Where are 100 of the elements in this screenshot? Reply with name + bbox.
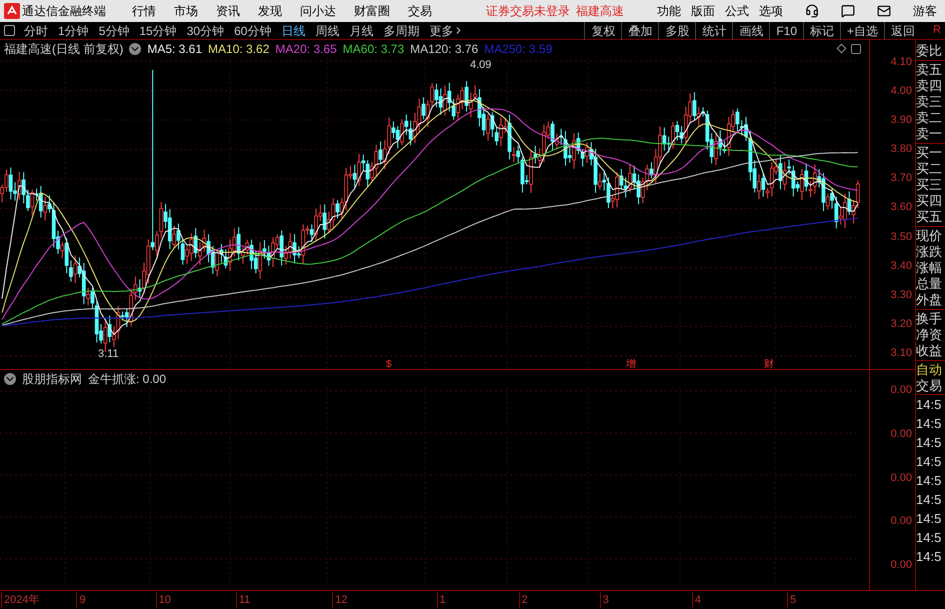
trade-time: 14:5 — [916, 473, 942, 489]
ma-legend: MA20: 3.65 — [275, 40, 337, 58]
ma-legend: MA250: 3.59 — [484, 40, 552, 58]
ma-legend: MA5: 3.61 — [147, 40, 202, 58]
menu-item[interactable]: 发现 — [254, 2, 286, 20]
price-axis-label: 3.90 — [890, 113, 912, 128]
toolbar-button[interactable]: 返回 — [884, 22, 922, 40]
trade-time: 14:5 — [916, 492, 942, 508]
period-tab[interactable]: 周线 — [310, 22, 344, 40]
menu-item[interactable]: 版面 — [691, 2, 715, 20]
menu-item[interactable]: 交易 — [404, 2, 436, 20]
period-tab[interactable]: 30分钟 — [182, 22, 230, 40]
price-axis-label: 3.40 — [890, 258, 912, 273]
period-tab[interactable]: 60分钟 — [229, 22, 276, 40]
dropdown-icon[interactable] — [4, 372, 16, 384]
menu-item[interactable]: 行情 — [128, 2, 160, 20]
quote-label: 涨跌 — [916, 244, 943, 260]
quote-label: 卖三 — [916, 94, 943, 110]
ma-legend: MA60: 3.73 — [342, 40, 404, 58]
price-axis-label: 3.30 — [890, 288, 912, 302]
date-axis-label: 2024年 — [1, 592, 40, 608]
quote-label: 卖四 — [916, 78, 943, 94]
headset-icon[interactable] — [805, 4, 819, 18]
quote-label: 卖一 — [916, 126, 943, 142]
period-tab[interactable]: 多周期 — [378, 22, 424, 40]
price-axis-label: 3.20 — [890, 316, 912, 331]
quote-label: 买五 — [916, 209, 943, 225]
period-tab[interactable]: 15分钟 — [134, 22, 182, 40]
low-price-label: 3.11 — [98, 348, 119, 360]
high-price-label: 4.09 — [470, 58, 492, 71]
menu-item[interactable]: 问小达 — [296, 2, 340, 20]
period-tab[interactable]: 日线 — [276, 22, 310, 40]
menu-item[interactable]: 市场 — [170, 2, 202, 20]
toolbar-button[interactable]: 多股 — [658, 22, 696, 40]
app-logo-icon — [4, 3, 20, 19]
toolbar-button[interactable]: +自选 — [840, 22, 884, 40]
trade-label: 交易 — [916, 378, 945, 395]
corner-mark: R — [933, 23, 941, 38]
date-axis-label: 10 — [156, 592, 171, 608]
quote-label: 涨幅 — [916, 260, 943, 276]
date-axis-label: 3 — [600, 592, 609, 608]
toolbar-button[interactable]: 叠加 — [621, 22, 658, 40]
trade-time: 14:5 — [916, 549, 942, 565]
window-icon[interactable] — [851, 44, 861, 54]
indicator-axis-label: 0.00 — [890, 558, 912, 572]
quote-label: 委比 — [916, 43, 943, 59]
trade-time: 14:5 — [916, 511, 942, 527]
event-marker[interactable]: $ — [386, 359, 392, 369]
quote-label: 外盘 — [916, 292, 943, 308]
date-axis-label: 11 — [236, 592, 250, 608]
login-status[interactable]: 证券交易未登录 — [486, 2, 570, 20]
indicator-axis-label: 0.00 — [890, 470, 912, 484]
indicator-name: 股朋指标网 — [22, 370, 82, 388]
indicator-axis-label: 0.00 — [890, 514, 912, 528]
indicator-axis-label: 0.00 — [890, 383, 912, 397]
period-tab[interactable]: 更多 — [424, 22, 470, 40]
toolbar-button[interactable]: F10 — [769, 22, 804, 40]
mail-icon[interactable] — [877, 4, 891, 18]
menu-item[interactable]: 公式 — [725, 2, 749, 20]
quote-label: 现价 — [916, 228, 943, 244]
price-axis-label: 4.10 — [890, 55, 912, 69]
date-axis-label: 4 — [692, 592, 702, 608]
event-marker[interactable]: 增 — [626, 359, 636, 369]
date-axis-label: 1 — [436, 592, 446, 608]
menu-item[interactable]: 选项 — [759, 2, 783, 20]
toolbar-button[interactable]: 统计 — [695, 22, 732, 40]
price-axis-label: 4.00 — [890, 84, 912, 98]
trade-time: 14:5 — [916, 435, 942, 451]
auto-label[interactable]: 自动 — [916, 362, 945, 378]
date-axis-label: 12 — [332, 592, 348, 608]
user-label[interactable]: 游客 — [913, 2, 937, 20]
chat-icon[interactable] — [841, 4, 855, 18]
ma-legend: MA120: 3.76 — [410, 40, 478, 58]
quote-label: 买四 — [916, 193, 943, 209]
menu-item[interactable]: 功能 — [657, 2, 681, 20]
period-tab[interactable]: 1分钟 — [53, 22, 94, 40]
price-axis-label: 3.50 — [890, 230, 912, 244]
menu-item[interactable]: 财富圈 — [350, 2, 394, 20]
price-axis-label: 3.10 — [890, 346, 912, 360]
quote-label: 净资 — [916, 327, 943, 343]
app-title: 通达信金融终端 — [22, 3, 106, 20]
price-axis-label: 3.80 — [890, 142, 912, 156]
quote-label: 买一 — [916, 145, 943, 161]
toolbar-button[interactable]: 复权 — [584, 22, 622, 40]
menu-item[interactable]: 资讯 — [212, 2, 244, 20]
trade-time: 14:5 — [916, 530, 942, 546]
indicator-reading: 金牛抓涨: 0.00 — [88, 370, 166, 388]
period-tab[interactable]: 5分钟 — [94, 22, 134, 40]
toolbar-button[interactable]: 画线 — [732, 22, 770, 40]
date-axis-label: 2 — [518, 592, 528, 608]
period-tab[interactable]: 月线 — [344, 22, 378, 40]
event-marker[interactable]: 财 — [764, 359, 774, 369]
trade-time: 14:5 — [916, 397, 942, 413]
dropdown-icon[interactable] — [129, 42, 142, 54]
date-axis-label: 9 — [76, 592, 86, 608]
period-tab[interactable]: 分时 — [19, 22, 53, 40]
stock-link[interactable]: 福建高速 — [576, 2, 624, 20]
price-axis-label: 3.70 — [890, 171, 912, 186]
panel-toggle-icon[interactable] — [4, 25, 15, 36]
toolbar-button[interactable]: 标记 — [803, 22, 840, 40]
